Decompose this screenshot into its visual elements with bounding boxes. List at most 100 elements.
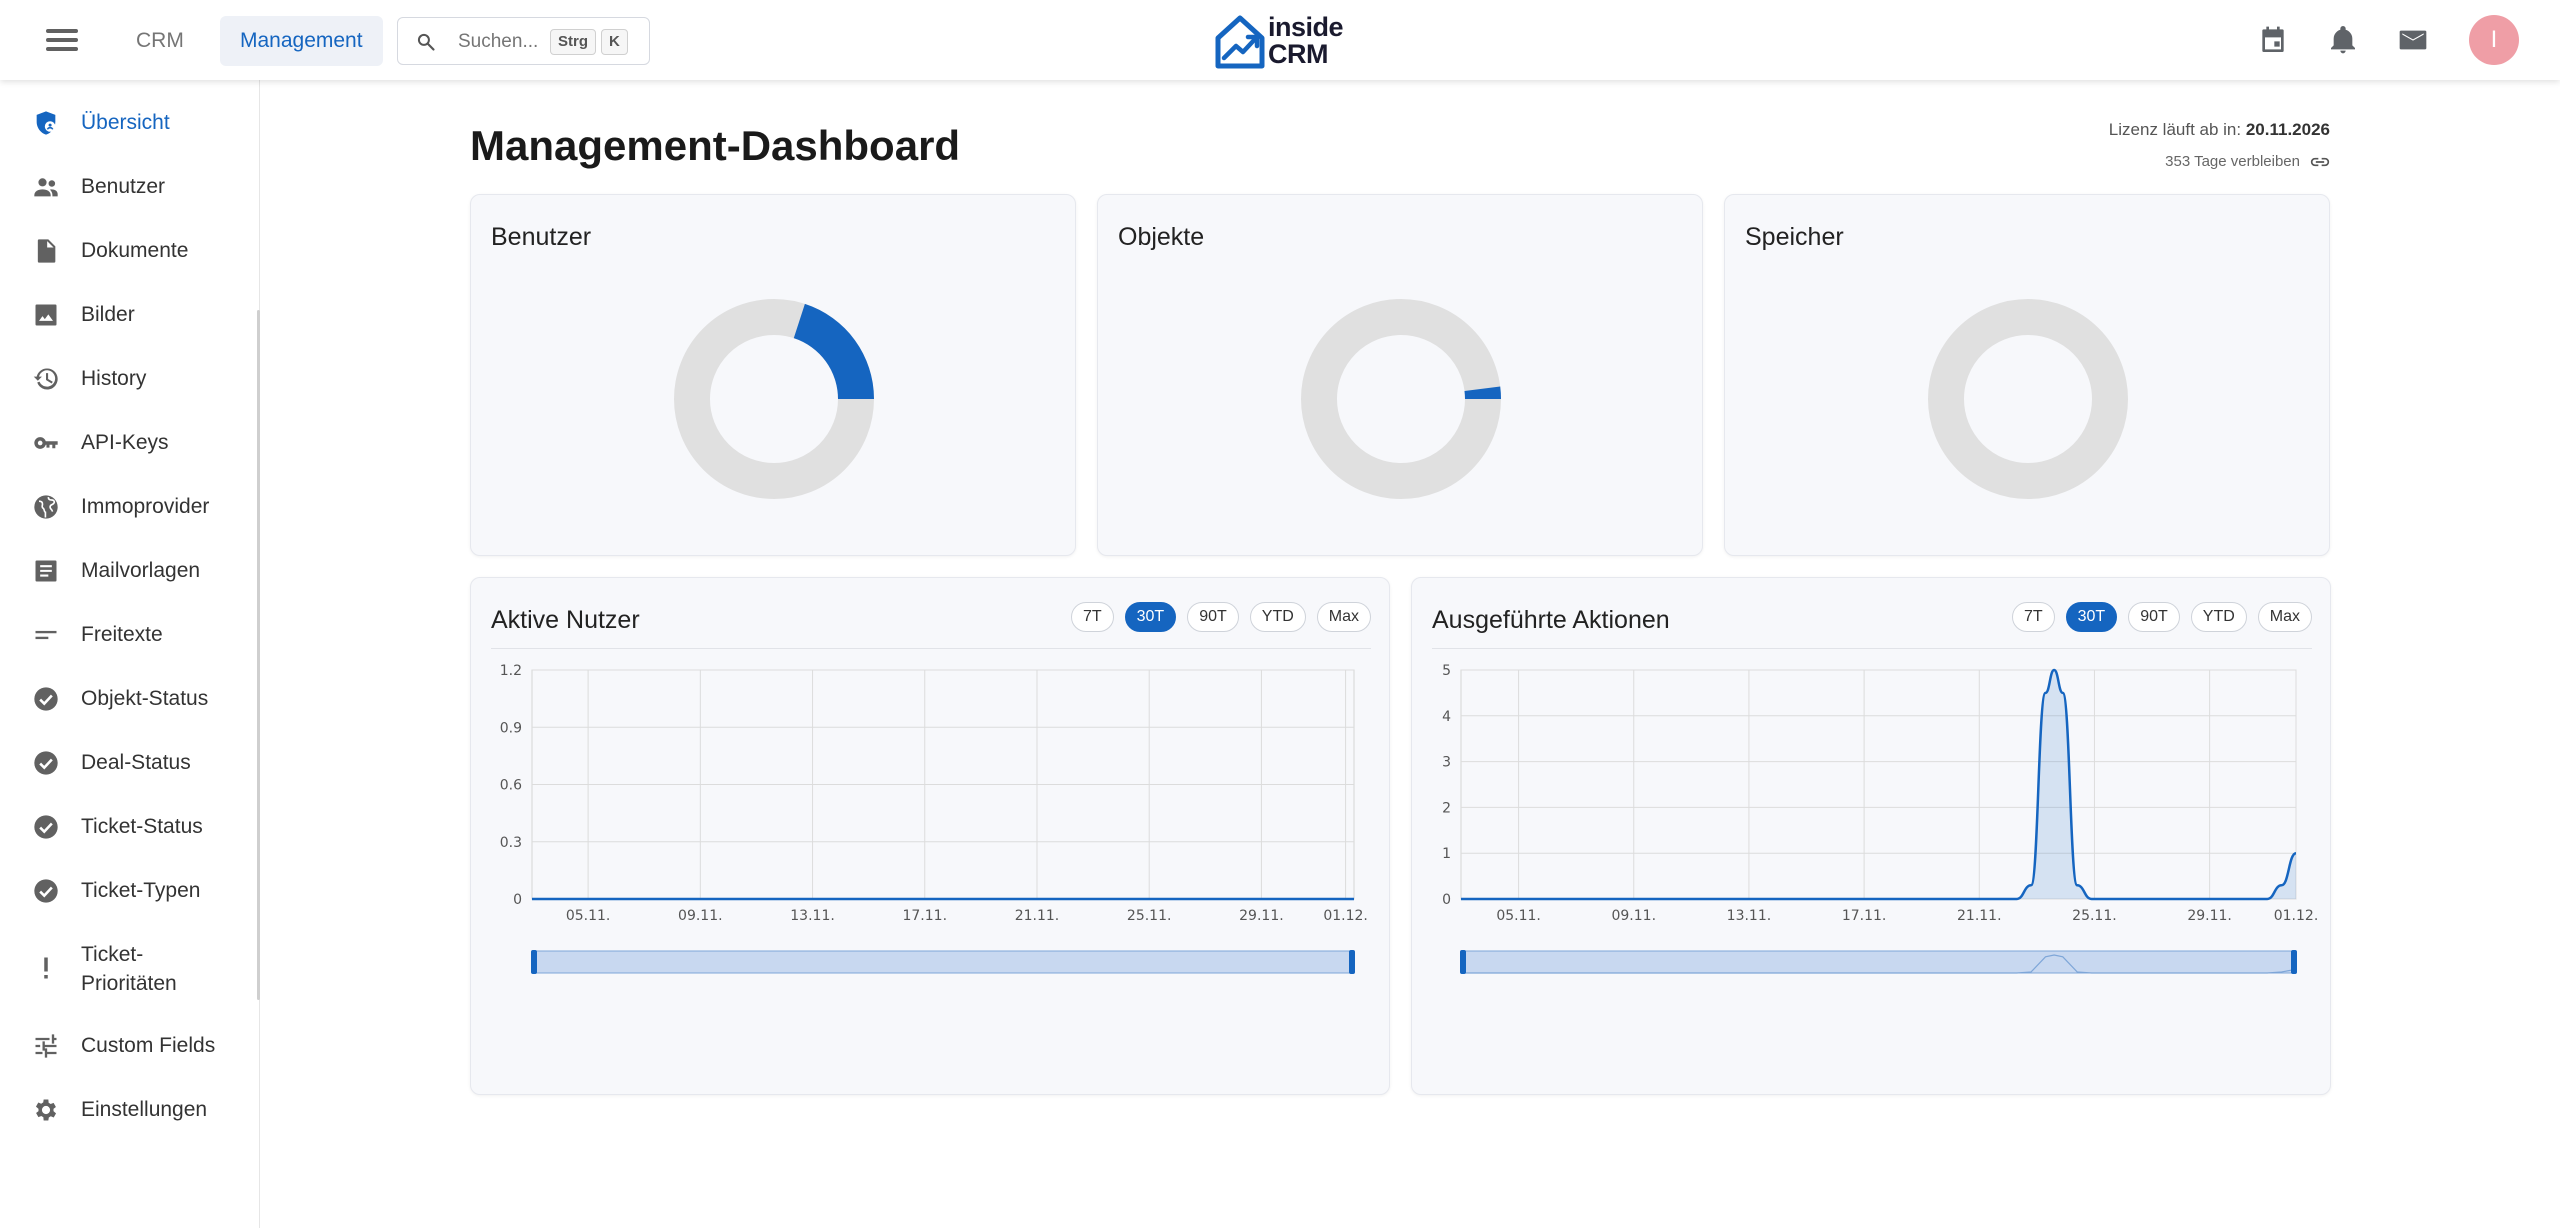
sidebar-item-uebersicht[interactable]: Übersicht — [0, 94, 255, 150]
sidebar-item-ticket-prioritaeten[interactable]: Ticket- Prioritäten — [0, 926, 255, 1010]
search-icon — [417, 33, 435, 51]
card-speicher: Speicher — [1724, 194, 2330, 556]
card-title: Benutzer — [491, 223, 592, 251]
area-chart-ausgefuehrte-aktionen: 0 1 2 3 4 5 05.11. 09.11. 13.11. 17.11. 21.11. 25.1… — [1442, 663, 2319, 974]
sidebar-item-label: Übersicht — [81, 111, 170, 134]
y-tick-label: 0 — [1442, 892, 1451, 908]
sidebar-item-label: Dokumente — [81, 239, 189, 262]
y-tick-label: 0 — [513, 892, 522, 908]
sidebar-item-deal-status[interactable]: Deal-Status — [0, 734, 255, 790]
donut-chart-speicher — [1928, 299, 2128, 499]
house-chart-icon — [1215, 15, 1265, 69]
check-circle-icon — [34, 751, 58, 775]
link-icon[interactable] — [2310, 155, 2330, 169]
sidebar-item-label: API-Keys — [81, 431, 169, 454]
x-tick-label: 09.11. — [1611, 908, 1656, 924]
globe-icon — [34, 495, 58, 519]
sidebar-item-benutzer[interactable]: Benutzer — [0, 158, 255, 214]
x-tick-label: 13.11. — [790, 908, 835, 924]
article-icon — [35, 560, 57, 582]
days-remaining: 353 Tage verbleiben — [2165, 153, 2330, 170]
main-content: Management-Dashboard Lizenz läuft ab in:… — [260, 80, 2560, 1228]
y-tick-label: 1.2 — [500, 663, 522, 679]
sidebar-item-freitexte[interactable]: Freitexte — [0, 606, 255, 662]
key-icon — [34, 437, 58, 449]
x-tick-label: 29.11. — [1239, 908, 1284, 924]
sidebar: Übersicht Benutzer Dokumente Bilder Hist… — [0, 80, 260, 1228]
sidebar-item-mailvorlagen[interactable]: Mailvorlagen — [0, 542, 255, 598]
sidebar-item-history[interactable]: History — [0, 350, 255, 406]
nav-management[interactable]: Management — [220, 16, 383, 66]
sidebar-item-label: Bilder — [81, 303, 135, 326]
page-title: Management-Dashboard — [470, 122, 961, 169]
line-chart-aktive-nutzer: 0 0.3 0.6 0.9 1.2 05.11. 09.11. 13.11. 17.11. 21.… — [500, 663, 1368, 974]
y-tick-label: 5 — [1442, 663, 1451, 679]
license-date: 20.11.2026 — [2245, 120, 2330, 139]
x-tick-label: 01.12. — [1323, 908, 1368, 924]
x-tick-label: 05.11. — [566, 908, 611, 924]
x-tick-label: 21.11. — [1015, 908, 1060, 924]
sidebar-item-label: Mailvorlagen — [81, 559, 201, 582]
sidebar-item-label: Immoprovider — [81, 495, 210, 518]
shield-person-icon — [36, 111, 56, 135]
nav-crm[interactable]: CRM — [116, 16, 204, 66]
sidebar-item-label: Benutzer — [81, 175, 166, 198]
check-circle-icon — [34, 815, 58, 839]
bell-icon[interactable] — [2327, 24, 2359, 56]
search-input[interactable]: Suchen... Strg K — [397, 17, 650, 65]
x-tick-label: 17.11. — [1842, 908, 1887, 924]
shortcut-key-k: K — [601, 29, 628, 55]
x-tick-label: 01.12. — [2274, 908, 2319, 924]
sidebar-item-immoprovider[interactable]: Immoprovider — [0, 478, 255, 534]
donut-chart-benutzer — [674, 299, 874, 499]
mail-icon[interactable] — [2397, 24, 2429, 56]
calendar-icon[interactable] — [2257, 24, 2289, 56]
x-tick-label: 21.11. — [1957, 908, 2002, 924]
x-tick-label: 29.11. — [2187, 908, 2232, 924]
sidebar-item-label: Objekt-Status — [81, 687, 209, 710]
check-circle-icon — [34, 687, 58, 711]
logo[interactable]: inside CRM — [1212, 12, 1352, 70]
x-tick-label: 13.11. — [1727, 908, 1772, 924]
check-circle-icon — [34, 879, 58, 903]
y-tick-label: 0.9 — [500, 720, 522, 736]
card-aktive-nutzer: Aktive Nutzer 7T 30T 90T YTD Max 0 0.3 0.6 0.9 1… — [470, 577, 1390, 1095]
y-tick-label: 3 — [1442, 755, 1451, 771]
short-text-icon — [35, 630, 57, 640]
donut-segment — [793, 303, 874, 399]
logo-text: inside CRM — [1268, 12, 1344, 69]
y-tick-label: 1 — [1442, 846, 1451, 862]
sidebar-item-label: Ticket- Prioritäten — [81, 943, 177, 995]
plot-area — [1460, 669, 2297, 900]
menu-icon[interactable] — [42, 24, 84, 56]
sidebar-item-bilder[interactable]: Bilder — [0, 286, 255, 342]
gear-icon — [35, 1099, 57, 1121]
sidebar-item-einstellungen[interactable]: Einstellungen — [0, 1081, 255, 1137]
avatar[interactable]: I — [2469, 15, 2519, 65]
zoom-slider-handle — [1349, 950, 1355, 974]
donut-chart-objekte — [1301, 299, 1501, 499]
card-title: Objekte — [1118, 223, 1205, 251]
x-tick-label: 05.11. — [1496, 908, 1541, 924]
sidebar-item-dokumente[interactable]: Dokumente — [0, 222, 255, 278]
x-tick-label: 25.11. — [1127, 908, 1172, 924]
sidebar-item-label: Deal-Status — [81, 751, 191, 774]
sidebar-item-ticket-typen[interactable]: Ticket-Typen — [0, 862, 255, 918]
sidebar-item-ticket-status[interactable]: Ticket-Status — [0, 798, 255, 854]
sidebar-item-api-keys[interactable]: API-Keys — [0, 414, 255, 470]
sidebar-item-objekt-status[interactable]: Objekt-Status — [0, 670, 255, 726]
sidebar-item-custom-fields[interactable]: Custom Fields — [0, 1017, 255, 1073]
history-icon — [33, 368, 58, 390]
people-icon — [34, 178, 58, 197]
zoom-slider-handle — [1460, 950, 1466, 974]
sidebar-item-label: Ticket-Typen — [81, 879, 201, 902]
license-info: Lizenz läuft ab in: 20.11.2026 — [2108, 120, 2330, 139]
zoom-slider-handle — [531, 950, 537, 974]
y-tick-label: 0.6 — [500, 778, 522, 794]
sidebar-item-label: Custom Fields — [81, 1034, 216, 1057]
card-title: Speicher — [1745, 223, 1844, 251]
document-icon — [37, 239, 56, 263]
card-ausgefuehrte-aktionen: Ausgeführte Aktionen 7T 30T 90T YTD Max 0123… — [1411, 577, 2331, 1095]
x-tick-label: 17.11. — [902, 908, 947, 924]
y-tick-label: 2 — [1442, 800, 1451, 816]
